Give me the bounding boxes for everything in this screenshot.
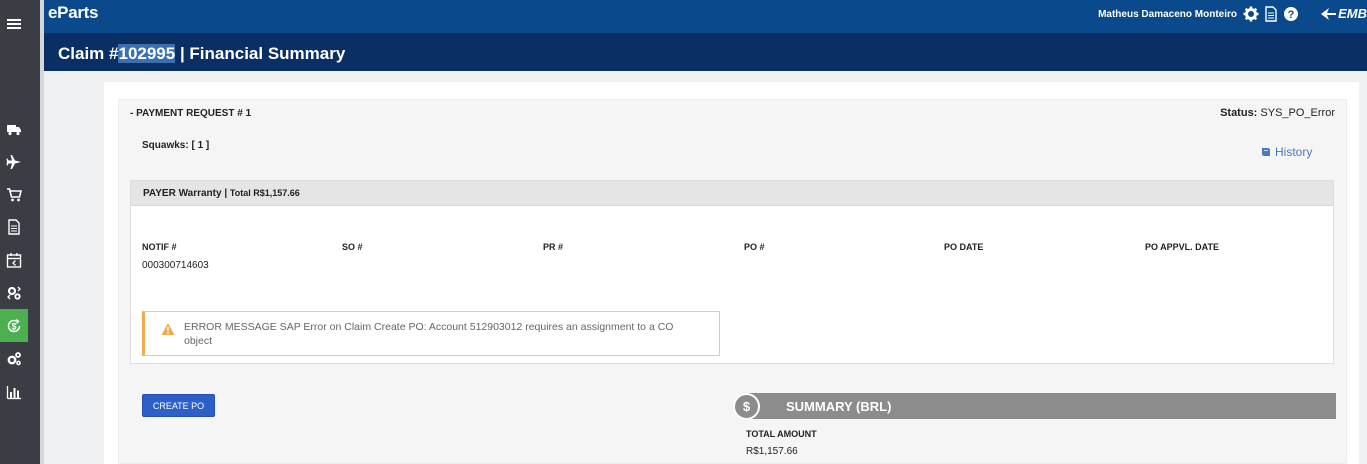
sidebar: $ — [0, 0, 40, 464]
warning-icon — [161, 323, 175, 335]
document-icon[interactable] — [1263, 6, 1279, 22]
money-cycle-icon[interactable]: $ — [0, 309, 28, 342]
payer-total: Total R$1,157.66 — [229, 188, 300, 198]
total-amount-value: R$1,157.66 — [746, 446, 798, 457]
column-pr: PR # — [543, 242, 564, 252]
menu-icon[interactable] — [0, 10, 28, 38]
error-alert: ERROR MESSAGE SAP Error on Claim Create … — [142, 311, 720, 356]
book-icon — [1262, 148, 1270, 156]
status-value: SYS_PO_Error — [1260, 107, 1335, 119]
truck-icon[interactable] — [0, 115, 28, 143]
history-link[interactable]: History — [1261, 145, 1312, 159]
calendar-icon[interactable] — [0, 246, 28, 274]
document-list-icon[interactable] — [0, 213, 28, 241]
create-po-button[interactable]: CREATE PO — [142, 394, 215, 417]
cart-icon[interactable] — [0, 181, 28, 209]
column-so: SO # — [342, 242, 363, 252]
top-bar: eParts Matheus Damaceno Monteiro ? EMB — [0, 0, 1367, 33]
summary-header: SUMMARY (BRL) — [746, 393, 1336, 419]
summary-title: SUMMARY (BRL) — [786, 399, 892, 414]
svg-text:?: ? — [1288, 9, 1295, 21]
notif-value: 000300714603 — [142, 260, 209, 271]
payer-title: PAYER Warranty | Total R$1,157.66 — [143, 188, 300, 199]
status-label: Status: SYS_PO_Error — [1220, 107, 1335, 119]
user-name[interactable]: Matheus Damaceno Monteiro — [1098, 9, 1237, 20]
column-po-date: PO DATE — [944, 242, 984, 252]
payment-request-title[interactable]: - PAYMENT REQUEST # 1 — [130, 108, 251, 119]
total-amount-label: TOTAL AMOUNT — [746, 429, 817, 439]
gear-icon[interactable] — [1243, 6, 1259, 22]
title-bar: Claim #102995 | Financial Summary — [44, 33, 1367, 71]
svg-text:$: $ — [11, 321, 16, 331]
airplane-icon[interactable] — [0, 148, 28, 176]
column-notif: NOTIF # — [142, 242, 177, 252]
column-po: PO # — [744, 242, 765, 252]
dollar-icon: $ — [733, 393, 760, 420]
page-title: Claim #102995 | Financial Summary — [58, 44, 346, 63]
column-po-approval-date: PO APPVL. DATE — [1145, 242, 1220, 252]
embraer-logo: EMB — [1320, 6, 1367, 21]
error-message: ERROR MESSAGE SAP Error on Claim Create … — [184, 321, 674, 347]
squawks-count: Squawks: [ 1 ] — [142, 140, 210, 151]
bar-chart-icon[interactable] — [0, 378, 28, 406]
gears-icon[interactable] — [0, 345, 28, 373]
help-icon[interactable]: ? — [1283, 6, 1299, 22]
brand-logo[interactable]: eParts — [48, 3, 98, 23]
payer-header: PAYER Warranty | Total R$1,157.66 — [131, 181, 1333, 206]
cogs-exchange-icon[interactable] — [0, 279, 28, 307]
claim-number: 102995 — [118, 44, 176, 63]
